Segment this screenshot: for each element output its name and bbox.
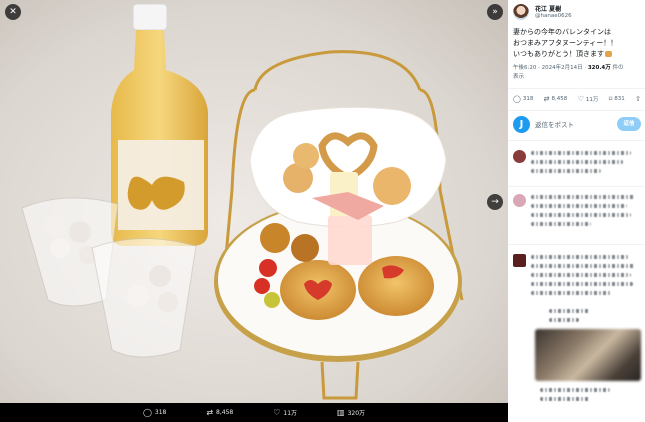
- views-suffix: 件の: [612, 65, 624, 71]
- reply-composer: J 返信をポスト 返信: [513, 116, 641, 134]
- heart-icon: ♡: [273, 407, 281, 417]
- repost-count: 8,458: [216, 409, 234, 416]
- reply-media-image[interactable]: [535, 329, 641, 381]
- divider: [508, 88, 645, 89]
- tart-left: [280, 260, 356, 320]
- heart-icon: ♡: [577, 95, 584, 103]
- divider: [508, 140, 645, 141]
- post-author[interactable]: 花江 夏樹 @hanae0626: [513, 4, 641, 24]
- post-text: 妻からの今年のバレンタインは おつまみアフタヌーンティー！！ いつもありがとう！…: [513, 27, 641, 60]
- post-text-line: おつまみアフタヌーンティー！！: [513, 39, 618, 47]
- close-button[interactable]: ✕: [5, 4, 21, 20]
- expand-panel-icon: »: [492, 7, 498, 17]
- blurred-text: [531, 255, 629, 259]
- bookmark-stat[interactable]: ⌑ 831: [609, 95, 625, 103]
- own-avatar[interactable]: J: [513, 116, 530, 133]
- like-count: 11万: [283, 410, 298, 417]
- blurred-text: [531, 151, 631, 155]
- reply-submit-button[interactable]: 返信: [617, 117, 641, 131]
- post-text-line: 妻からの今年のバレンタインは: [513, 28, 611, 36]
- divider: [508, 110, 645, 111]
- views-action[interactable]: ▥ 320万: [337, 408, 365, 417]
- blurred-text: [531, 222, 591, 226]
- tart-right: [358, 256, 434, 316]
- blurred-text: [531, 160, 623, 164]
- blurred-text: [531, 195, 635, 199]
- avatar[interactable]: [513, 4, 529, 20]
- blurred-text: [531, 273, 631, 277]
- blurred-text: [531, 204, 627, 208]
- reply-avatar[interactable]: [513, 254, 526, 267]
- share-icon: ⇧: [635, 95, 641, 103]
- cake-emoji-icon: [605, 51, 612, 57]
- repost-stat-count: 8,458: [551, 96, 568, 102]
- post-photo[interactable]: [0, 0, 508, 403]
- divider: [508, 244, 645, 245]
- post-detail-panel: 花江 夏樹 @hanae0626 妻からの今年のバレンタインは おつまみアフタヌ…: [508, 0, 645, 422]
- bookmark-stat-count: 831: [614, 96, 625, 102]
- repost-icon: ⇄: [543, 95, 550, 103]
- like-stat-count: 11万: [585, 97, 599, 103]
- reply-icon: ◯: [513, 95, 521, 103]
- divider: [508, 186, 645, 187]
- repost-icon: ⇄: [206, 407, 214, 417]
- view-count-total: 320.4万: [587, 65, 611, 71]
- expand-panel-button[interactable]: »: [487, 4, 503, 20]
- media-viewer: ✕ » → ◯ 318 ⇄ 8,458 ♡ 11万 ▥ 320万: [0, 0, 508, 422]
- like-stat[interactable]: ♡ 11万: [578, 95, 599, 103]
- reply-avatar[interactable]: [513, 150, 526, 163]
- reply-avatar[interactable]: [513, 194, 526, 207]
- blurred-text: [540, 397, 590, 401]
- post-stats: ◯ 318 ⇄ 8,458 ♡ 11万 ⌑ 831 ⇧: [513, 95, 641, 103]
- close-icon: ✕: [9, 7, 17, 17]
- blurred-text: [531, 213, 631, 217]
- next-arrow-icon: →: [491, 197, 499, 207]
- blurred-text: [531, 169, 601, 173]
- blurred-text: [531, 264, 635, 268]
- reply-input[interactable]: 返信をポスト: [535, 119, 574, 129]
- bookmark-icon: ⌑: [608, 95, 613, 103]
- reply-count: 318: [154, 409, 167, 416]
- repost-stat[interactable]: ⇄ 8,458: [544, 95, 568, 103]
- post-date[interactable]: 2024年2月14日: [542, 65, 583, 71]
- post-text-line-content: いつもありがとう！頂きます: [513, 50, 604, 58]
- blurred-text: [531, 291, 611, 295]
- post-meta: 午後6:20 · 2024年2月14日 · 320.4万 件の 表示: [513, 65, 624, 80]
- blurred-text: [549, 318, 579, 322]
- next-image-button[interactable]: →: [487, 194, 503, 210]
- share-button[interactable]: ⇧: [635, 95, 641, 103]
- reply-stat[interactable]: ◯ 318: [513, 95, 533, 103]
- blurred-text: [540, 388, 610, 392]
- media-action-bar: ◯ 318 ⇄ 8,458 ♡ 11万 ▥ 320万: [0, 403, 508, 422]
- view-count: 320万: [347, 410, 366, 417]
- views-word: 表示: [513, 74, 525, 80]
- blurred-text: [531, 282, 633, 286]
- reply-icon: ◯: [142, 407, 152, 417]
- like-action[interactable]: ♡ 11万: [273, 408, 297, 417]
- blurred-text: [549, 309, 589, 313]
- author-name[interactable]: 花江 夏樹: [535, 4, 561, 13]
- reply-action[interactable]: ◯ 318: [142, 407, 167, 417]
- author-handle[interactable]: @hanae0626: [535, 13, 572, 19]
- chart-icon: ▥: [337, 407, 345, 417]
- post-time[interactable]: 午後6:20: [513, 65, 536, 71]
- repost-action[interactable]: ⇄ 8,458: [206, 407, 234, 417]
- post-text-line: いつもありがとう！頂きます: [513, 49, 641, 60]
- reply-stat-count: 318: [522, 96, 534, 102]
